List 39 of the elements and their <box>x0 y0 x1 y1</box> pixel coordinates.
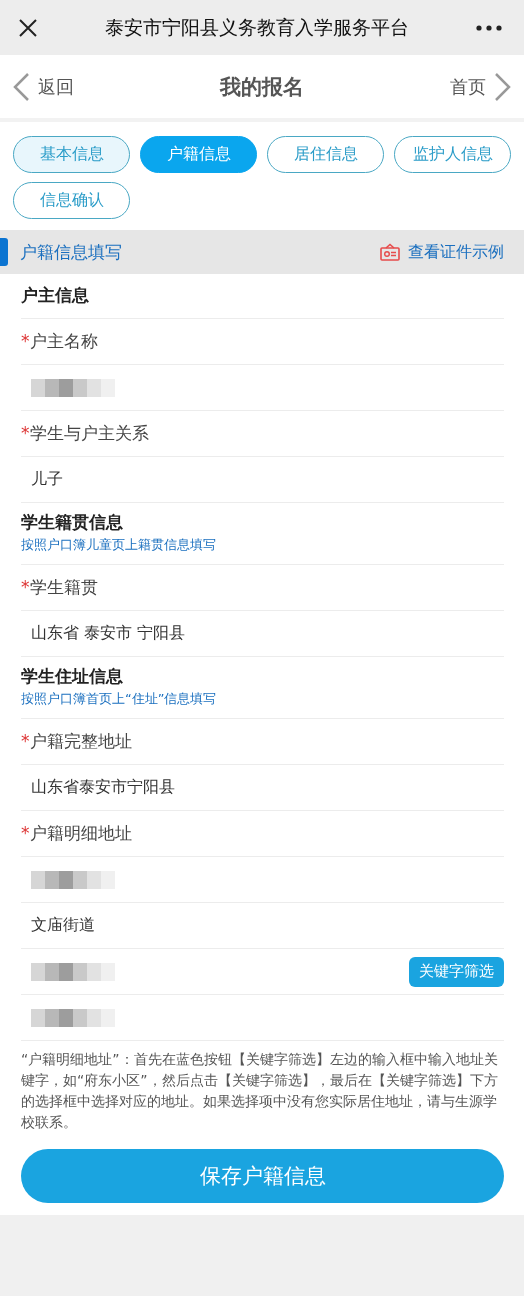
more-icon[interactable] <box>476 24 502 31</box>
close-icon[interactable] <box>18 17 38 38</box>
chevron-left-icon[interactable] <box>12 71 30 102</box>
field-value: 山东省泰安市宁阳县 <box>30 777 176 798</box>
section-marker <box>0 238 8 266</box>
field-value: 山东省 泰安市 宁阳县 <box>30 623 187 644</box>
required-mark: * <box>21 823 30 843</box>
group-heading: 户主信息 <box>21 283 90 307</box>
id-card-icon[interactable] <box>380 243 400 261</box>
chevron-right-icon[interactable] <box>494 71 512 102</box>
field-label: *户籍完整地址 <box>21 730 133 753</box>
step-tab[interactable]: 信息确认 <box>13 182 130 219</box>
save-button[interactable]: 保存户籍信息 <box>21 1149 504 1203</box>
back-button[interactable]: 返回 <box>12 71 74 102</box>
field-value: 儿子 <box>30 469 64 490</box>
section-title: 户籍信息填写 <box>20 240 123 264</box>
hint-text: 按照户口簿首页上“住址”信息填写 <box>21 690 218 708</box>
group-heading: 学生籍贯信息 <box>21 511 124 534</box>
field-value: 文庙街道 <box>30 915 96 936</box>
hint-text: 按照户口簿儿童页上籍贯信息填写 <box>21 536 217 554</box>
field-label: *学生与户主关系 <box>21 422 150 445</box>
required-mark: * <box>21 423 30 443</box>
example-link[interactable]: 查看证件示例 <box>380 241 504 263</box>
field-label: *户主名称 <box>21 330 99 353</box>
step-tab[interactable]: 监护人信息 <box>394 136 511 173</box>
step-tab[interactable]: 户籍信息 <box>140 136 257 173</box>
field-label: *学生籍贯 <box>21 576 99 599</box>
window-title: 泰安市宁阳县义务教育入学服务平台 <box>104 14 410 40</box>
home-button[interactable]: 首页 <box>450 71 512 102</box>
step-tab[interactable]: 居住信息 <box>267 136 384 173</box>
step-tab[interactable]: 基本信息 <box>13 136 130 173</box>
keyword-filter-button[interactable]: 关键字筛选 <box>409 956 504 987</box>
required-mark: * <box>21 331 30 351</box>
field-label: *户籍明细地址 <box>21 822 133 845</box>
page-title: 我的报名 <box>220 73 304 101</box>
group-heading: 学生住址信息 <box>21 665 124 688</box>
required-mark: * <box>21 577 30 597</box>
instruction-text: “户籍明细地址”：首先在蓝色按钮【关键字筛选】左边的输入框中输入地址关键字，如“府东小区”，然后点击【关键字筛选】，最后在【关键字筛选】下方的选择框中选择对应的地址。如果选择项中没有您实际居住地址，请与生源学校联系。 <box>0 1041 524 1143</box>
required-mark: * <box>21 731 30 751</box>
